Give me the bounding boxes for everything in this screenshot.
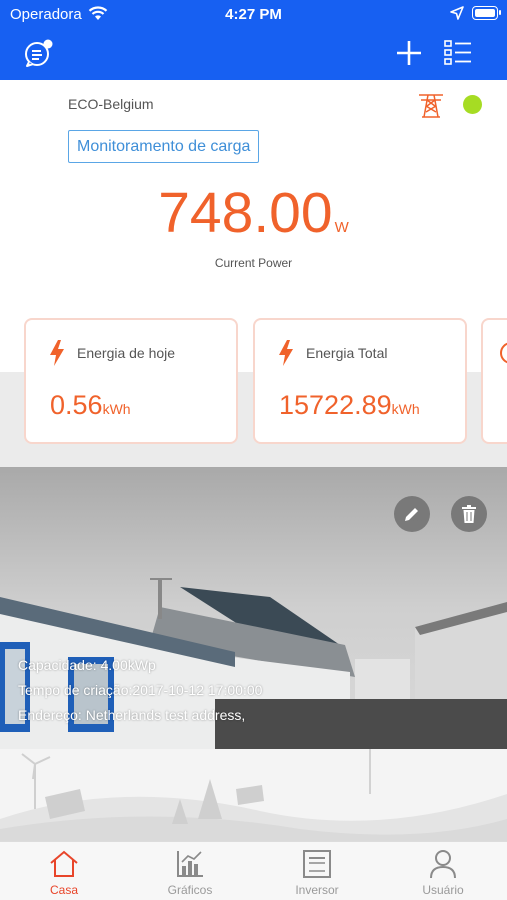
tab-inverter[interactable]: Inversor <box>267 848 367 897</box>
load-monitoring-button[interactable]: Monitoramento de carga <box>68 130 260 163</box>
user-icon <box>430 850 456 879</box>
clock-icon <box>500 342 507 364</box>
plant-list-icon[interactable] <box>443 38 473 66</box>
total-energy-value: 15722.89kWh <box>279 390 420 420</box>
trash-icon <box>462 505 476 523</box>
today-energy-card[interactable]: Energia de hoje 0.56kWh <box>24 318 238 444</box>
total-energy-title: Energia Total <box>306 345 388 361</box>
app-screen: Operadora 4:27 PM ECO-Belgium Monitorame… <box>0 0 507 900</box>
tab-user-label: Usuário <box>422 883 464 897</box>
tab-charts-label: Gráficos <box>167 883 213 897</box>
inverter-icon <box>303 850 331 878</box>
capacity-text: Capacidade: 4.00kWp <box>18 657 156 673</box>
current-power-unit: W <box>334 219 349 236</box>
top-header: Operadora 4:27 PM <box>0 0 507 80</box>
landscape-graphic <box>0 749 507 841</box>
status-bar: Operadora 4:27 PM <box>0 0 507 30</box>
lightning-icon <box>50 340 64 366</box>
current-power: 748.00 W <box>0 180 507 246</box>
third-stat-card[interactable] <box>481 318 507 444</box>
location-arrow-icon <box>450 6 464 20</box>
edit-plant-button[interactable] <box>394 496 430 532</box>
delete-plant-button[interactable] <box>451 496 487 532</box>
station-name: ECO-Belgium <box>68 96 154 112</box>
lightning-icon <box>279 340 293 366</box>
current-power-value: 748.00 <box>158 181 333 245</box>
status-time: 4:27 PM <box>225 6 282 23</box>
today-energy-title: Energia de hoje <box>77 345 176 361</box>
message-notification-icon[interactable] <box>22 38 54 68</box>
creation-time-text: Tempo de criação:2017-10-12 17:00:00 <box>18 682 263 698</box>
tab-home[interactable]: Casa <box>14 848 114 897</box>
battery-icon <box>472 6 501 20</box>
tab-charts[interactable]: Gráficos <box>140 848 240 897</box>
today-energy-value: 0.56kWh <box>50 390 131 420</box>
bottom-tab-bar: Casa Gráficos Inversor Usuário <box>0 841 507 900</box>
home-icon <box>50 850 78 877</box>
current-power-label: Current Power <box>214 256 293 270</box>
tab-user[interactable]: Usuário <box>393 848 493 897</box>
station-status-indicator <box>463 95 482 114</box>
chart-icon <box>177 851 203 877</box>
add-plant-icon[interactable] <box>394 38 424 68</box>
total-energy-card[interactable]: Energia Total 15722.89kWh <box>253 318 467 444</box>
plant-photo: Capacidade: 4.00kWp Tempo de criação:201… <box>0 467 507 749</box>
tab-inverter-label: Inversor <box>295 883 339 897</box>
grid-tower-icon <box>419 94 443 118</box>
address-text: Endereço: Netherlands test address, <box>18 707 246 723</box>
landscape-illustration <box>0 749 507 841</box>
pencil-icon <box>405 508 418 521</box>
tab-home-label: Casa <box>49 883 78 897</box>
